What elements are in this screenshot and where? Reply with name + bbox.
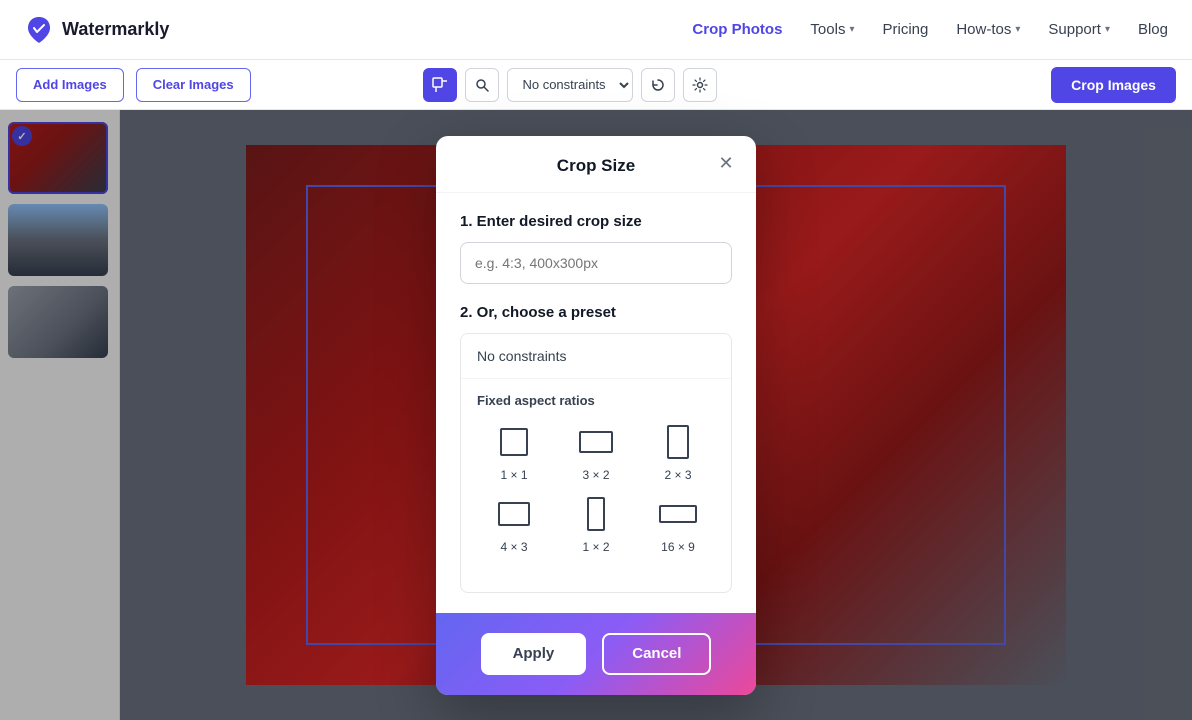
add-images-button[interactable]: Add Images: [16, 68, 124, 102]
preset-1x2-icon: [587, 497, 605, 531]
aspect-grid: 1 × 1 3 × 2: [477, 422, 715, 554]
preset-3x2-label: 3 × 2: [582, 468, 609, 482]
preset-2x3-label: 2 × 3: [664, 468, 691, 482]
preset-1x2-label: 1 × 2: [582, 540, 609, 554]
preset-container[interactable]: No constraints Fixed aspect ratios 1 × 1: [460, 333, 732, 593]
constraints-select[interactable]: No constraints: [507, 68, 633, 102]
logo[interactable]: Watermarkly: [24, 15, 169, 45]
preset-1x2[interactable]: 1 × 2: [559, 494, 633, 554]
preset-3x2[interactable]: 3 × 2: [559, 422, 633, 482]
crop-size-modal: Crop Size ✕ 1. Enter desired crop size 2…: [436, 136, 756, 695]
cancel-button[interactable]: Cancel: [602, 633, 711, 675]
modal-body: 1. Enter desired crop size 2. Or, choose…: [436, 193, 756, 613]
preset-3x2-icon-wrapper: [576, 422, 616, 462]
preset-4x3[interactable]: 4 × 3: [477, 494, 551, 554]
preset-16x9-icon-wrapper: [658, 494, 698, 534]
preset-1x1-icon-wrapper: [494, 422, 534, 462]
crop-images-button[interactable]: Crop Images: [1051, 67, 1176, 103]
search-icon-button[interactable]: [465, 68, 499, 102]
preset-2x3-icon-wrapper: [658, 422, 698, 462]
preset-4x3-icon: [498, 502, 530, 526]
modal-header: Crop Size ✕: [436, 136, 756, 193]
modal-title: Crop Size: [557, 156, 635, 176]
crop-icon: [432, 77, 448, 93]
support-chevron-icon: ▾: [1105, 24, 1110, 35]
modal-section2-title: 2. Or, choose a preset: [460, 304, 732, 321]
preset-16x9-icon: [659, 505, 697, 523]
nav-blog[interactable]: Blog: [1138, 21, 1168, 38]
fixed-aspect-section: Fixed aspect ratios 1 × 1: [461, 379, 731, 568]
modal-overlay: Crop Size ✕ 1. Enter desired crop size 2…: [0, 110, 1192, 720]
nav-support[interactable]: Support ▾: [1048, 21, 1110, 38]
preset-1x2-icon-wrapper: [576, 494, 616, 534]
rotate-icon: [650, 77, 666, 93]
nav-pricing[interactable]: Pricing: [882, 21, 928, 38]
modal-section1-title: 1. Enter desired crop size: [460, 213, 732, 230]
settings-icon: [692, 77, 708, 93]
search-icon: [475, 78, 489, 92]
apply-button[interactable]: Apply: [481, 633, 587, 675]
clear-images-button[interactable]: Clear Images: [136, 68, 251, 102]
main-nav: Crop Photos Tools ▾ Pricing How-tos ▾ Su…: [692, 21, 1168, 38]
preset-1x1-label: 1 × 1: [500, 468, 527, 482]
fixed-aspect-title: Fixed aspect ratios: [477, 393, 715, 408]
settings-icon-button[interactable]: [683, 68, 717, 102]
preset-4x3-icon-wrapper: [494, 494, 534, 534]
crop-icon-button[interactable]: [423, 68, 457, 102]
nav-crop-photos[interactable]: Crop Photos: [692, 21, 782, 38]
modal-footer: Apply Cancel: [436, 613, 756, 695]
preset-1x1[interactable]: 1 × 1: [477, 422, 551, 482]
preset-4x3-label: 4 × 3: [500, 540, 527, 554]
tools-chevron-icon: ▾: [849, 24, 854, 35]
how-tos-chevron-icon: ▾: [1015, 24, 1020, 35]
logo-icon: [24, 15, 54, 45]
main-area: ✓ Crop Size ✕ 1. Enter desired crop size…: [0, 110, 1192, 720]
modal-close-button[interactable]: ✕: [712, 150, 740, 178]
preset-1x1-icon: [500, 428, 528, 456]
toolbar-center-controls: No constraints: [423, 68, 717, 102]
preset-3x2-icon: [579, 431, 613, 453]
preset-2x3[interactable]: 2 × 3: [641, 422, 715, 482]
toolbar: Add Images Clear Images No constraints: [0, 60, 1192, 110]
preset-16x9[interactable]: 16 × 9: [641, 494, 715, 554]
preset-16x9-label: 16 × 9: [661, 540, 695, 554]
rotate-icon-button[interactable]: [641, 68, 675, 102]
preset-2x3-icon: [667, 425, 689, 459]
header: Watermarkly Crop Photos Tools ▾ Pricing …: [0, 0, 1192, 60]
nav-how-tos[interactable]: How-tos ▾: [956, 21, 1020, 38]
nav-tools[interactable]: Tools ▾: [810, 21, 854, 38]
logo-text: Watermarkly: [62, 19, 169, 40]
crop-size-input[interactable]: [460, 242, 732, 284]
no-constraints-item[interactable]: No constraints: [461, 334, 731, 379]
